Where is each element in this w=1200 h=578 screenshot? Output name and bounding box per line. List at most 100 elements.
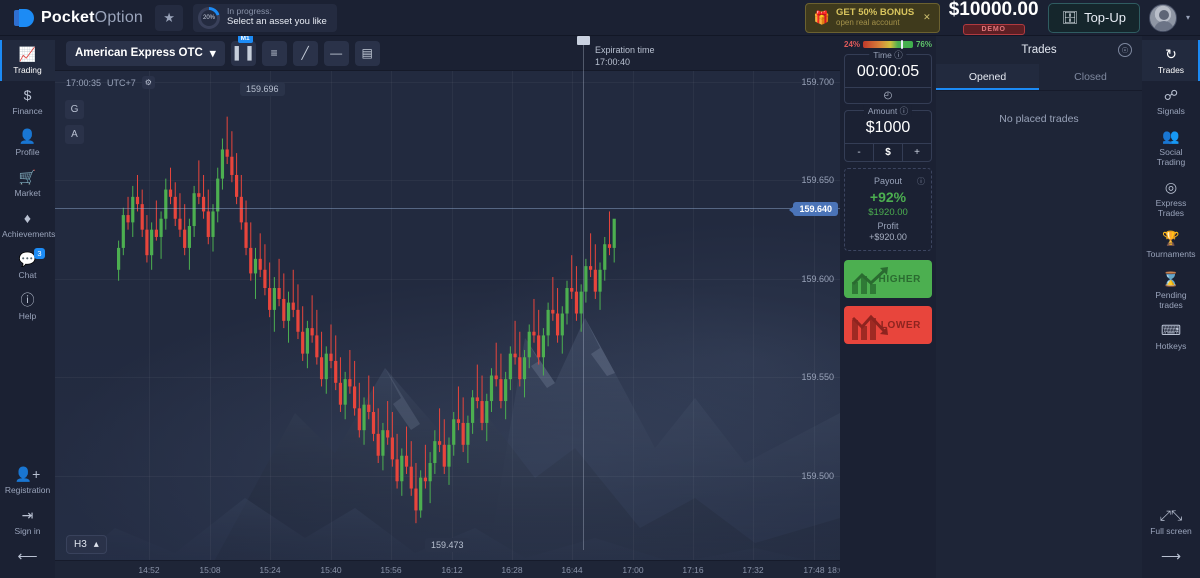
price-tick: 159.600: [801, 274, 834, 284]
currency-button[interactable]: $: [873, 144, 903, 161]
chart-button-a-label: A: [71, 129, 78, 140]
chart-toolbar: American Express OTC ▾ M1 ▌▐ ≡ ╱ — ▤: [55, 36, 840, 71]
amount-increase-button[interactable]: +: [903, 144, 931, 161]
sidebar-collapse-right-button[interactable]: ⟶: [1142, 542, 1200, 570]
chat-bubble-icon: 💬: [2, 252, 53, 267]
expiration-line: [583, 45, 584, 550]
top-bar: PocketOption ★ 20% In progress: Select a…: [0, 0, 1200, 36]
sidebar-item-trading[interactable]: 📈 Trading: [0, 40, 55, 81]
profit-label: Profit: [849, 221, 927, 231]
amount-control[interactable]: Amount ⓘ $1000 - $ +: [844, 110, 932, 162]
sidebar-item-tournaments[interactable]: 🏆 Tournaments: [1142, 224, 1200, 265]
antenna-icon: ☍: [1145, 88, 1197, 103]
sidebar-label-pending-trades: Pending trades: [1145, 290, 1197, 310]
top-bar-right: 🎁 GET 50% BONUS open real account ✕ $100…: [805, 0, 1200, 35]
trades-empty-message: No placed trades: [936, 113, 1142, 125]
bonus-close-icon[interactable]: ✕: [923, 12, 931, 23]
asset-selector[interactable]: American Express OTC ▾: [66, 41, 225, 66]
gear-icon[interactable]: ⚙: [142, 76, 155, 89]
progress-percent: 20%: [201, 10, 217, 26]
time-tick: 15:56: [380, 565, 401, 575]
progress-hint: Select an asset you like: [227, 17, 327, 28]
sidebar-label-help: Help: [2, 311, 53, 321]
sentiment-right-value: 76%: [916, 40, 932, 49]
time-control[interactable]: Time ⓘ 00:00:05 ◴: [844, 54, 932, 104]
time-tick: 16:44: [561, 565, 582, 575]
onboarding-progress[interactable]: 20% In progress: Select an asset you lik…: [193, 4, 337, 32]
amount-decrease-button[interactable]: -: [845, 144, 873, 161]
account-type-badge: DEMO: [963, 24, 1025, 35]
chart-button-g[interactable]: G: [65, 100, 84, 119]
tab-opened[interactable]: Opened: [936, 64, 1039, 90]
sidebar-label-achievements: Achievements: [2, 229, 53, 239]
line-tool-icon[interactable]: —: [324, 41, 349, 66]
sidebar-item-finance[interactable]: $ Finance: [0, 81, 55, 122]
sidebar-label-social-trading: Social Trading: [1145, 147, 1197, 167]
sidebar-item-trades[interactable]: ↻ Trades: [1142, 40, 1200, 81]
avatar[interactable]: [1149, 4, 1177, 32]
payout-percent: +92%: [849, 189, 927, 205]
asset-name: American Express OTC: [75, 47, 203, 59]
globe-icon[interactable]: ☉: [1118, 43, 1132, 57]
pocket-option-logo-icon: [14, 8, 34, 28]
higher-button[interactable]: HIGHER: [844, 260, 932, 298]
top-up-button[interactable]: 🗄 Top-Up: [1048, 3, 1140, 33]
trades-header: Trades ☉: [936, 36, 1142, 64]
sidebar-label-profile: Profile: [2, 147, 53, 157]
sidebar-item-achievements[interactable]: ♦ Achievements: [0, 204, 55, 245]
layout-grid-icon[interactable]: ▤: [355, 41, 380, 66]
sidebar-item-chat[interactable]: 3 💬 Chat: [0, 245, 55, 286]
amount-label: Amount ⓘ: [864, 105, 912, 117]
account-balance[interactable]: $10000.00 DEMO: [949, 0, 1039, 35]
full-screen-button[interactable]: ⤢⤡ Full screen: [1142, 501, 1200, 542]
chart-area[interactable]: American Express OTC ▾ M1 ▌▐ ≡ ╱ — ▤ 17:…: [55, 36, 840, 578]
expiration-info: Expiration time 17:00:40: [595, 44, 655, 68]
sidebar-item-help[interactable]: ⓘ Help: [0, 286, 55, 327]
sign-in-icon: ⇥: [2, 508, 53, 523]
expiration-title: Expiration time: [595, 44, 655, 56]
question-circle-icon: ⓘ: [2, 293, 53, 308]
sidebar-item-signin[interactable]: ⇥ Sign in: [0, 501, 55, 542]
indicators-icon[interactable]: ≡: [262, 41, 287, 66]
sidebar-item-profile[interactable]: 👤 Profile: [0, 122, 55, 163]
bonus-banner[interactable]: 🎁 GET 50% BONUS open real account ✕: [805, 3, 940, 33]
brand-logo[interactable]: PocketOption: [14, 8, 143, 28]
sidebar-item-social-trading[interactable]: 👥 Social Trading: [1142, 122, 1200, 173]
tab-closed[interactable]: Closed: [1039, 64, 1142, 90]
dollar-icon: $: [2, 88, 53, 103]
current-price-line: [55, 208, 840, 209]
chart-type-icon[interactable]: M1 ▌▐: [231, 41, 256, 66]
sentiment-bar: [863, 41, 913, 48]
help-icon[interactable]: ⓘ: [917, 176, 925, 187]
chevron-down-icon[interactable]: ▾: [1186, 13, 1190, 22]
sidebar-item-registration[interactable]: 👤+ Registration: [0, 460, 55, 501]
high-price-label: 159.696: [240, 82, 285, 96]
sidebar-collapse-button[interactable]: ⟵: [0, 542, 55, 570]
time-axis[interactable]: 14:52 15:08 15:24 15:40 15:56 16:12 16:2…: [55, 560, 840, 578]
chart-button-a[interactable]: A: [65, 125, 84, 144]
sidebar-label-signals: Signals: [1145, 106, 1197, 116]
time-tick: 17:16: [682, 565, 703, 575]
clock-icon[interactable]: ◴: [845, 87, 931, 103]
sidebar-item-market[interactable]: 🛒 Market: [0, 163, 55, 204]
timeframe-selector[interactable]: H3 ▴: [66, 535, 107, 554]
keyboard-icon: ⌨: [1145, 323, 1197, 338]
time-tick: 15:24: [259, 565, 280, 575]
sidebar-item-pending-trades[interactable]: ⌛ Pending trades: [1142, 265, 1200, 316]
sidebar-item-signals[interactable]: ☍ Signals: [1142, 81, 1200, 122]
favorites-star-icon[interactable]: ★: [155, 5, 183, 31]
time-tick: 15:40: [320, 565, 341, 575]
sidebar-label-registration: Registration: [2, 485, 53, 495]
drawing-tool-icon[interactable]: ╱: [293, 41, 318, 66]
sidebar-item-express-trades[interactable]: ◎ Express Trades: [1142, 173, 1200, 224]
sidebar-item-hotkeys[interactable]: ⌨ Hotkeys: [1142, 316, 1200, 357]
time-tick: 16:12: [441, 565, 462, 575]
price-axis[interactable]: 159.700 159.650 159.600 159.550 159.500 …: [790, 71, 840, 578]
time-tick: 18:04: [827, 565, 840, 575]
payout-info: ⓘ Payout +92% $1920.00 Profit +$920.00: [844, 168, 932, 251]
time-tick: 14:52: [138, 565, 159, 575]
trades-panel: Trades ☉ Opened Closed No placed trades: [936, 36, 1142, 578]
right-sidebar-bottom: ⤢⤡ Full screen ⟶: [1142, 501, 1200, 578]
sidebar-label-express-trades: Express Trades: [1145, 198, 1197, 218]
lower-button[interactable]: LOWER: [844, 306, 932, 344]
